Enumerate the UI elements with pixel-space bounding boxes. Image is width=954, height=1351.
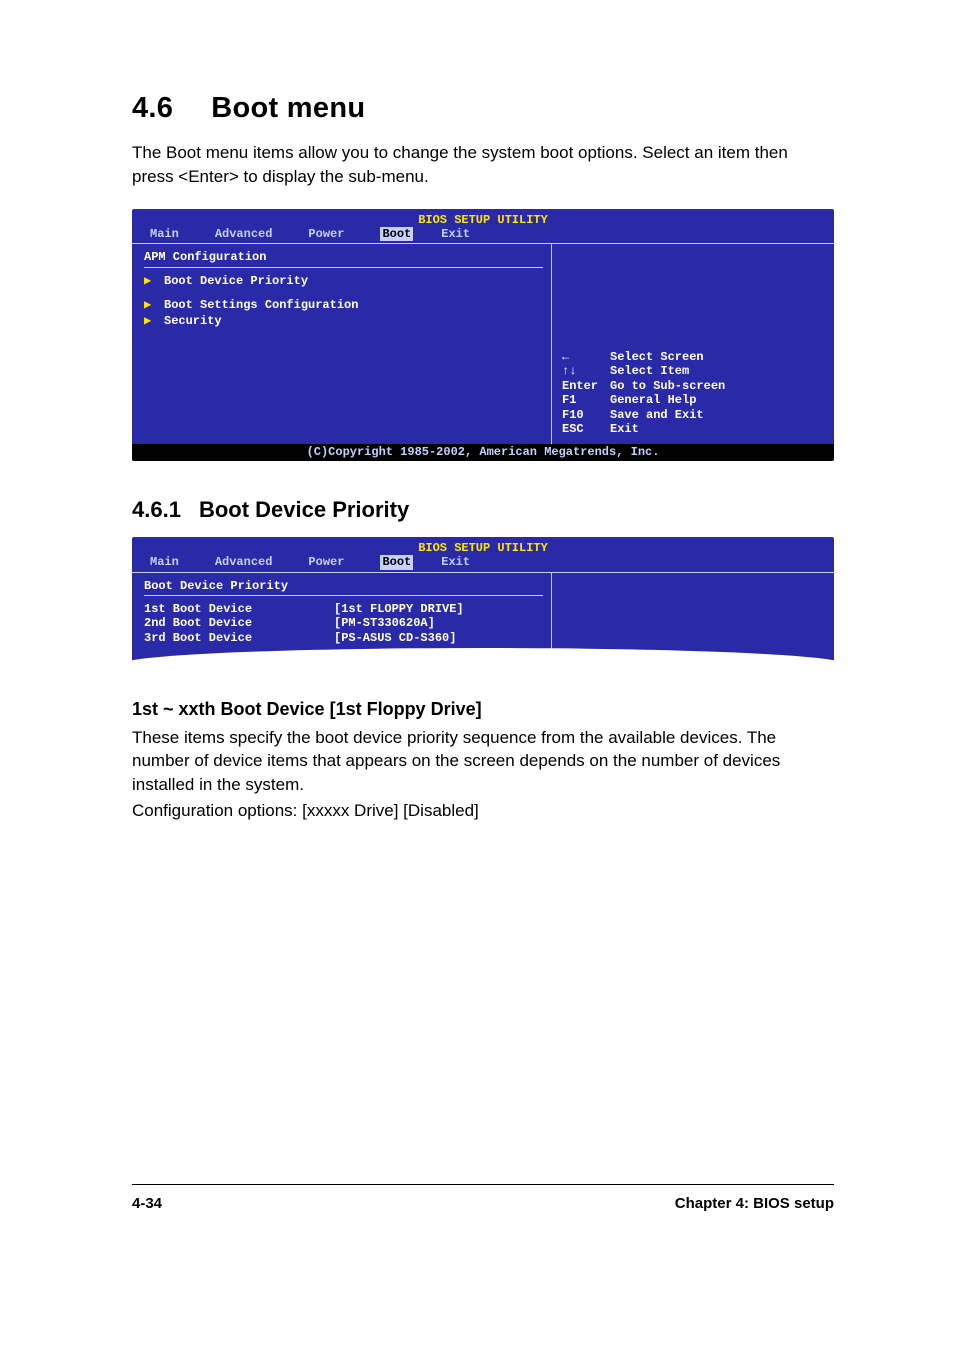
help-key: Enter	[562, 379, 610, 393]
bios-tab-boot[interactable]: Boot	[380, 227, 413, 241]
chapter-label: Chapter 4: BIOS setup	[675, 1195, 834, 1212]
help-row: Enter Go to Sub-screen	[562, 379, 824, 393]
body-paragraph: Configuration options: [xxxxx Drive] [Di…	[132, 799, 834, 823]
help-key: F1	[562, 393, 610, 407]
bios-item-security[interactable]: ▶ Security	[144, 314, 543, 328]
bios-tab-advanced[interactable]: Advanced	[215, 555, 281, 569]
bios-tabs: Main Advanced Power Boot Exit	[132, 555, 834, 571]
bios-left-panel: APM Configuration ▶ Boot Device Priority…	[132, 244, 552, 444]
boot-device-row[interactable]: 2nd Boot Device [PM-ST330620A]	[144, 616, 543, 630]
bios-right-panel: ← Select Screen ↑↓ Select Item Enter Go …	[552, 244, 834, 444]
triangle-right-icon: ▶	[144, 298, 154, 312]
bios-item-label: Security	[164, 314, 222, 328]
boot-device-value: [1st FLOPPY DRIVE]	[334, 602, 464, 616]
triangle-right-icon: ▶	[144, 314, 154, 328]
section-heading: 4.6 Boot menu	[132, 92, 834, 125]
subsection-heading: 4.6.1 Boot Device Priority	[132, 497, 834, 523]
arrow-left-icon: ←	[562, 350, 610, 364]
bios-tab-advanced[interactable]: Advanced	[215, 227, 281, 241]
section-number: 4.6	[132, 92, 173, 125]
help-row: ESC Exit	[562, 422, 824, 436]
bios-screenshot-boot-priority: BIOS SETUP UTILITY Main Advanced Power B…	[132, 537, 834, 663]
bios-tab-main[interactable]: Main	[150, 555, 187, 569]
bios-item-label: Boot Settings Configuration	[164, 298, 358, 312]
bios-tab-exit[interactable]: Exit	[441, 555, 478, 569]
boot-device-value: [PS-ASUS CD-S360]	[334, 631, 456, 645]
boot-device-label: 2nd Boot Device	[144, 616, 334, 630]
boot-device-value: [PM-ST330620A]	[334, 616, 435, 630]
subsection-number: 4.6.1	[132, 497, 181, 523]
help-key: ESC	[562, 422, 610, 436]
subsection-title: Boot Device Priority	[199, 497, 409, 522]
triangle-right-icon: ▶	[144, 274, 154, 288]
page-number: 4-34	[132, 1195, 162, 1212]
boot-device-label: 3rd Boot Device	[144, 631, 334, 645]
page-footer: 4-34 Chapter 4: BIOS setup	[132, 1184, 834, 1212]
bios-copyright: (C)Copyright 1985-2002, American Megatre…	[132, 444, 834, 460]
bios-section-label: APM Configuration	[144, 250, 543, 267]
bios-section-label: Boot Device Priority	[144, 579, 543, 596]
bios-title: BIOS SETUP UTILITY	[132, 537, 834, 555]
topic-heading: 1st ~ xxth Boot Device [1st Floppy Drive…	[132, 699, 834, 720]
bios-tab-power[interactable]: Power	[308, 555, 352, 569]
boot-device-label: 1st Boot Device	[144, 602, 334, 616]
bios-item-label: Boot Device Priority	[164, 274, 308, 288]
help-desc: Select Item	[610, 364, 689, 378]
bios-tab-exit[interactable]: Exit	[441, 227, 478, 241]
help-desc: Select Screen	[610, 350, 704, 364]
bios-tab-main[interactable]: Main	[150, 227, 187, 241]
help-row: ← Select Screen	[562, 350, 824, 364]
boot-device-row[interactable]: 1st Boot Device [1st FLOPPY DRIVE]	[144, 602, 543, 616]
section-title: Boot menu	[211, 92, 365, 124]
help-desc: General Help	[610, 393, 696, 407]
bios-item-boot-device-priority[interactable]: ▶ Boot Device Priority	[144, 274, 543, 288]
help-desc: Save and Exit	[610, 408, 704, 422]
bios-title: BIOS SETUP UTILITY	[132, 209, 834, 227]
help-row: ↑↓ Select Item	[562, 364, 824, 378]
help-key: F10	[562, 408, 610, 422]
bios-tabs: Main Advanced Power Boot Exit	[132, 227, 834, 243]
bios-item-boot-settings-config[interactable]: ▶ Boot Settings Configuration	[144, 298, 543, 312]
bios-screenshot-boot-menu: BIOS SETUP UTILITY Main Advanced Power B…	[132, 209, 834, 461]
help-row: F1 General Help	[562, 393, 824, 407]
help-desc: Exit	[610, 422, 639, 436]
bios-tab-power[interactable]: Power	[308, 227, 352, 241]
body-paragraph: These items specify the boot device prio…	[132, 726, 834, 797]
bios-tab-boot[interactable]: Boot	[380, 555, 413, 569]
help-desc: Go to Sub-screen	[610, 379, 725, 393]
arrow-updown-icon: ↑↓	[562, 364, 610, 378]
help-row: F10 Save and Exit	[562, 408, 824, 422]
intro-text: The Boot menu items allow you to change …	[132, 141, 834, 189]
bios-help-table: ← Select Screen ↑↓ Select Item Enter Go …	[562, 350, 824, 436]
boot-device-row[interactable]: 3rd Boot Device [PS-ASUS CD-S360]	[144, 631, 543, 645]
